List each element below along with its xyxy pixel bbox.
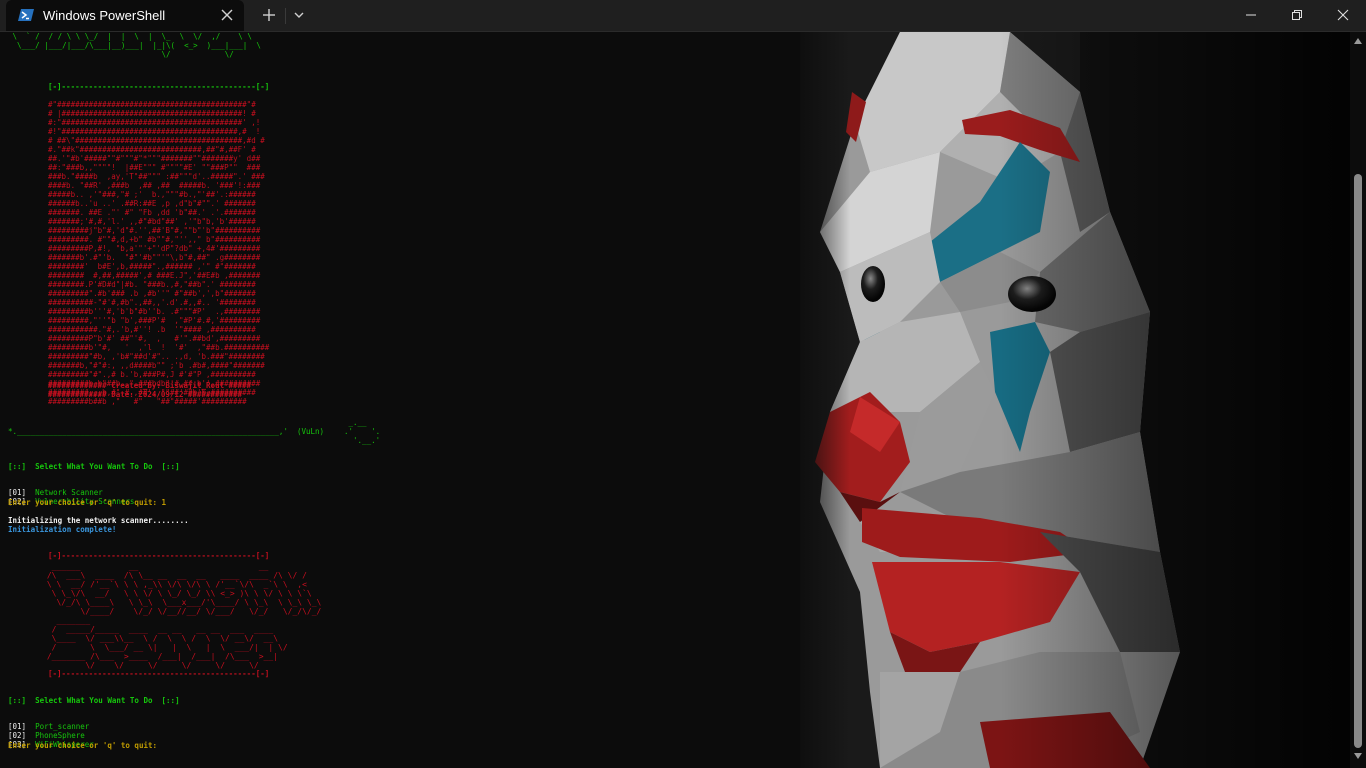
vertical-scrollbar[interactable] <box>1350 32 1366 768</box>
banner-divider-middle: [-]-------------------------------------… <box>48 551 270 560</box>
banner-divider-top: [-]-------------------------------------… <box>48 82 270 91</box>
menu2-header: [::] Select What You Want To Do [::] <box>8 696 180 705</box>
separator-line: *.______________________________________… <box>8 427 325 436</box>
date-line: ############# Date: 2024/09/12 #########… <box>48 390 243 399</box>
terminal-pane[interactable]: \ ` / / / \ \ \_/ | | \ | \_ \ \/ ,/ \ \… <box>0 32 1350 768</box>
vuln-badge-bottom: '.__.' <box>344 436 381 445</box>
scroll-up-arrow-icon[interactable] <box>1354 37 1362 45</box>
tab-title: Windows PowerShell <box>43 8 166 23</box>
tab-divider <box>285 8 286 24</box>
scrollbar-thumb[interactable] <box>1354 174 1362 748</box>
chevron-down-icon[interactable] <box>291 7 307 23</box>
skull-ascii-art: #"######################################… <box>48 100 270 406</box>
init-complete-message: Initialization complete! <box>8 525 117 534</box>
menu1-header: [::] Select What You Want To Do [::] <box>8 462 180 471</box>
menu1-prompt: Enter your choice or 'q' to quit: 1 <box>8 498 167 507</box>
minimize-icon <box>1246 14 1256 16</box>
title-bar: Windows PowerShell <box>0 0 1366 32</box>
menu2-prompt[interactable]: Enter your choice or 'q' to quit: <box>8 741 157 750</box>
restore-icon <box>1292 10 1302 20</box>
tab-windows-powershell[interactable]: Windows PowerShell <box>6 0 244 31</box>
scroll-down-arrow-icon[interactable] <box>1354 752 1362 760</box>
powershell-icon <box>18 9 34 21</box>
close-tab-icon[interactable] <box>219 7 235 23</box>
minimize-button[interactable] <box>1228 0 1274 31</box>
created-by-line: ############# Created_by: Biswajit_Rout … <box>48 381 252 390</box>
restore-button[interactable] <box>1274 0 1320 31</box>
close-icon <box>1337 9 1349 21</box>
init-message: Initializing the network scanner........ <box>8 516 189 525</box>
vuln-badge-top: _.__ .' '. <box>344 418 381 436</box>
plus-icon[interactable] <box>261 7 277 23</box>
console-output: \ ` / / / \ \ \_/ | | \ | \_ \ \/ ,/ \ \… <box>8 32 808 768</box>
close-window-button[interactable] <box>1320 0 1366 31</box>
network-scanner-ascii-title: ______ __ __ /\ ___\ ____ /\ \__ __ __ _… <box>46 562 322 670</box>
vuln-ascii-logo: \ ` / / / \ \ \_/ | | \ | \_ \ \/ ,/ \ \… <box>12 32 261 59</box>
banner-divider-bottom: [-]-------------------------------------… <box>48 669 270 678</box>
